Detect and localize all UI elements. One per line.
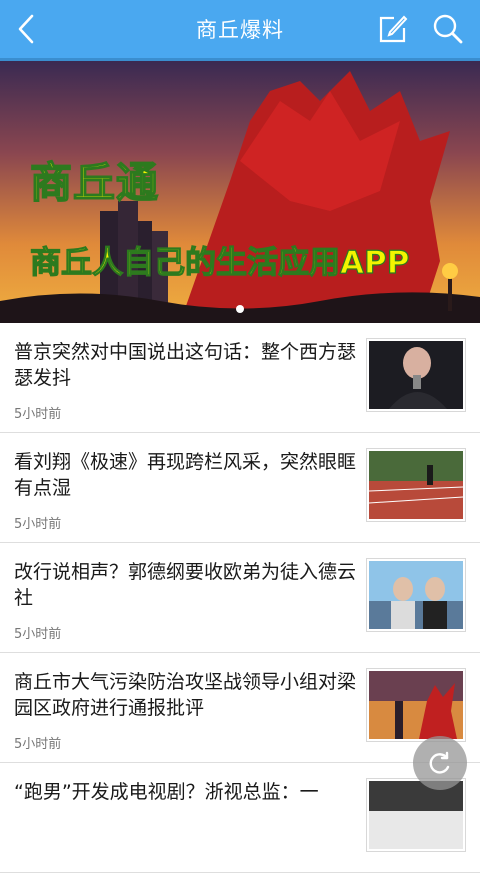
news-time: 5小时前 [14, 737, 62, 752]
banner-subtitle: 商丘人自己的生活应用APP [29, 244, 410, 281]
news-item[interactable]: “跑男”开发成电视剧？浙视总监：一 [0, 763, 480, 873]
edit-icon [379, 15, 408, 43]
news-thumbnail [366, 668, 466, 742]
compose-button[interactable] [373, 9, 413, 49]
news-thumbnail [366, 338, 466, 412]
chevron-left-icon [18, 14, 34, 44]
news-time: 5小时前 [14, 407, 62, 422]
thumbnail-image [369, 781, 463, 849]
news-thumbnail [366, 558, 466, 632]
news-thumbnail [366, 448, 466, 522]
news-time: 5小时前 [14, 517, 62, 532]
app-header: 商丘爆料 [0, 0, 480, 58]
news-headline: “跑男”开发成电视剧？浙视总监：一 [14, 781, 319, 803]
banner-title: 商丘通 [29, 157, 160, 208]
refresh-button[interactable] [413, 736, 467, 790]
carousel-dot-active[interactable] [236, 305, 244, 313]
banner-carousel[interactable]: 商丘通 商丘人自己的生活应用APP [0, 61, 480, 323]
news-headline: 普京突然对中国说出这句话：整个西方瑟瑟发抖 [14, 341, 357, 389]
news-item[interactable]: 看刘翔《极速》再现跨栏风采，突然眼眶有点湿 5小时前 [0, 433, 480, 543]
thumbnail-image [369, 671, 463, 739]
search-button[interactable] [428, 9, 468, 49]
news-item[interactable]: 普京突然对中国说出这句话：整个西方瑟瑟发抖 5小时前 [0, 323, 480, 433]
page-title: 商丘爆料 [196, 18, 284, 42]
thumbnail-image [369, 451, 463, 519]
refresh-icon [429, 751, 450, 774]
news-list: 普京突然对中国说出这句话：整个西方瑟瑟发抖 5小时前 看刘翔《极速》再现跨栏风采… [0, 323, 480, 873]
news-headline: 看刘翔《极速》再现跨栏风采，突然眼眶有点湿 [14, 451, 357, 499]
back-button[interactable] [6, 9, 46, 49]
thumbnail-image [369, 561, 463, 629]
thumbnail-image [369, 341, 463, 409]
news-item[interactable]: 商丘市大气污染防治攻坚战领导小组对梁园区政府进行通报批评 5小时前 [0, 653, 480, 763]
carousel-indicator [0, 305, 480, 313]
search-icon [433, 14, 463, 44]
news-time: 5小时前 [14, 627, 62, 642]
news-item[interactable]: 改行说相声？郭德纲要收欧弟为徒入德云社 5小时前 [0, 543, 480, 653]
news-thumbnail [366, 778, 466, 852]
news-headline: 商丘市大气污染防治攻坚战领导小组对梁园区政府进行通报批评 [14, 671, 357, 719]
news-headline: 改行说相声？郭德纲要收欧弟为徒入德云社 [14, 561, 357, 609]
